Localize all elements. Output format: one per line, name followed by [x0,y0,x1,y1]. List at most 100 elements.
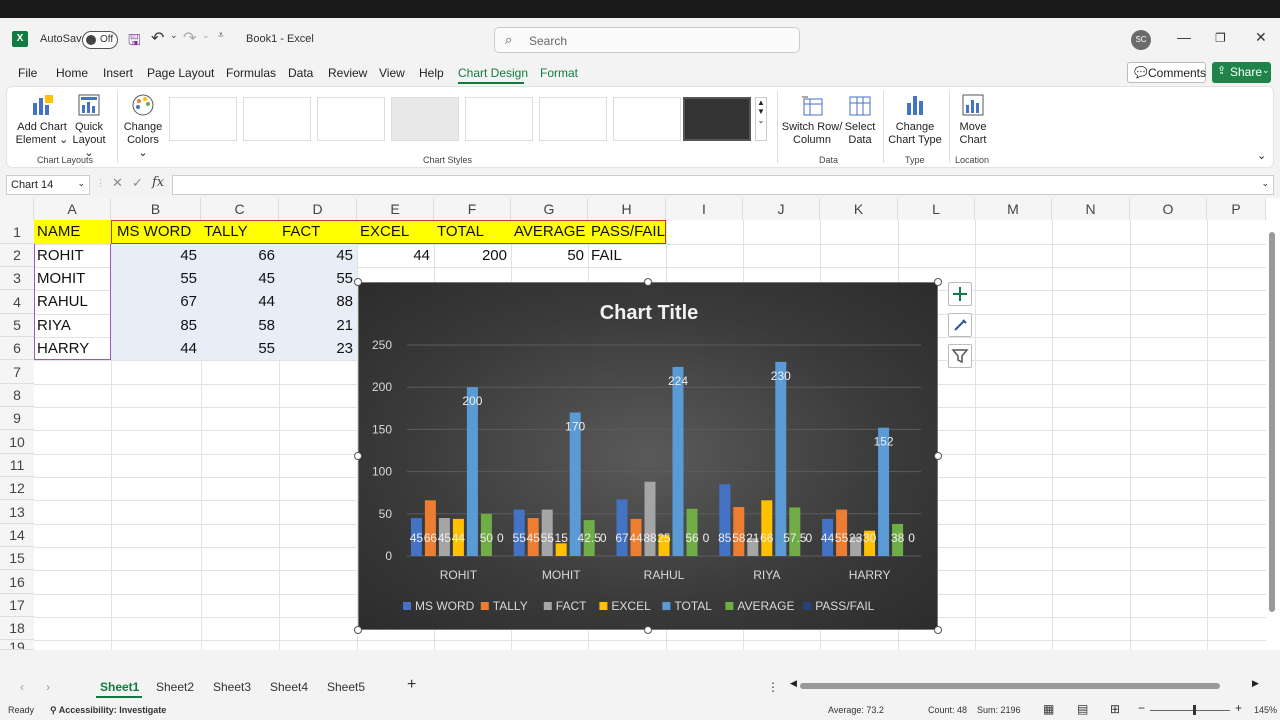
table-cell[interactable]: RIYA [34,314,111,337]
row-header[interactable]: 2 [0,244,34,267]
table-cell[interactable]: 44 [111,337,201,360]
column-header[interactable]: H [588,198,666,220]
chart-area[interactable]: Chart Title 0 50 100 150 200 250 ROHIT 45 66 45 44 2… [358,282,938,630]
row-header[interactable]: 7 [0,360,34,384]
table-header-cell[interactable]: AVERAGE [511,220,588,244]
scroll-left-icon[interactable]: ◀ [790,678,797,689]
chart-style-7[interactable] [613,97,681,141]
table-cell[interactable]: 45 [201,267,279,290]
redo-dropdown-icon[interactable]: ⌄ [202,30,210,41]
chart-filters-button[interactable] [948,344,972,368]
row-header[interactable]: 19 [0,640,34,650]
row-header[interactable]: 5 [0,314,34,337]
zoom-slider[interactable] [1150,710,1230,711]
table-cell[interactable]: 85 [111,314,201,337]
redo-icon[interactable]: ↷ [183,28,196,48]
collapse-ribbon-icon[interactable]: ⌄ [1257,149,1266,162]
prev-sheet-icon[interactable]: ‹ [20,680,24,694]
table-cell[interactable]: 45 [279,244,357,267]
chart-style-1[interactable] [169,97,237,141]
tab-split-handle-icon[interactable]: ⋮ [767,680,779,694]
chart-style-3[interactable] [317,97,385,141]
resize-handle[interactable] [354,452,362,460]
table-header-cell[interactable]: PASS/FAIL [588,220,666,244]
table-cell[interactable]: 66 [201,244,279,267]
table-cell[interactable]: 200 [434,244,511,267]
restore-icon[interactable]: ❐ [1215,31,1226,45]
move-chart-button[interactable]: Move Chart [953,93,993,147]
scrollbar-thumb[interactable] [1269,232,1275,612]
styles-scroll[interactable]: ▲ ▼ ⌄ [755,97,767,141]
resize-handle[interactable] [354,278,362,286]
table-cell[interactable]: 44 [201,290,279,314]
page-break-view-icon[interactable]: ⊞ [1110,702,1120,716]
row-header[interactable]: 4 [0,290,34,314]
row-header[interactable]: 9 [0,407,34,430]
table-cell[interactable]: ROHIT [34,244,111,267]
tab-format[interactable]: Format [540,66,578,80]
column-header[interactable]: O [1130,198,1207,220]
table-cell[interactable]: 88 [279,290,357,314]
column-header[interactable]: I [666,198,743,220]
row-header[interactable]: 6 [0,337,34,360]
vertical-scrollbar[interactable] [1268,224,1276,644]
table-cell[interactable]: RAHUL [34,290,111,314]
row-header[interactable]: 14 [0,524,34,547]
column-header[interactable]: M [975,198,1052,220]
row-header[interactable]: 1 [0,220,34,244]
customize-qat-icon[interactable]: ⩡ [218,30,224,41]
tab-file[interactable]: File [18,66,37,80]
row-header[interactable]: 15 [0,547,34,570]
insert-function-icon[interactable]: fx [152,175,164,190]
row-header[interactable]: 18 [0,617,34,640]
resize-handle[interactable] [934,626,942,634]
chart-style-5[interactable] [465,97,533,141]
tab-help[interactable]: Help [419,66,444,80]
chart-style-4[interactable] [391,97,459,141]
column-header[interactable]: D [279,198,357,220]
zoom-in-icon[interactable]: + [1235,701,1242,715]
tab-formulas[interactable]: Formulas [226,66,276,80]
enter-icon[interactable]: ✓ [132,175,143,191]
table-cell[interactable]: 44 [357,244,434,267]
select-all-corner[interactable] [0,198,34,220]
table-cell[interactable]: 23 [279,337,357,360]
resize-handle[interactable] [354,626,362,634]
resize-handle[interactable] [644,626,652,634]
page-layout-view-icon[interactable]: ▤ [1077,702,1088,716]
accessibility-status[interactable]: ⚲ Accessibility: Investigate [50,705,166,716]
table-cell[interactable]: 55 [201,337,279,360]
column-header[interactable]: N [1052,198,1130,220]
formula-input[interactable]: ⌄ [172,175,1274,195]
table-header-cell[interactable]: TOTAL [434,220,511,244]
table-header-cell[interactable]: TALLY [201,220,279,244]
save-icon[interactable]: 🖫 [128,30,141,55]
column-header[interactable]: C [201,198,279,220]
row-header[interactable]: 8 [0,384,34,407]
tab-view[interactable]: View [379,66,405,80]
minimize-icon[interactable]: — [1177,29,1191,45]
column-header[interactable]: P [1207,198,1266,220]
cancel-icon[interactable]: ✕ [112,175,123,191]
sheet-tab[interactable]: Sheet3 [213,680,251,694]
column-header[interactable]: J [743,198,820,220]
chart-elements-button[interactable] [948,282,972,306]
table-cell[interactable]: 21 [279,314,357,337]
column-header[interactable]: G [511,198,588,220]
add-sheet-icon[interactable]: + [407,676,416,694]
autosave-toggle[interactable]: Off [82,31,118,49]
normal-view-icon[interactable]: ▦ [1043,702,1054,716]
undo-dropdown-icon[interactable]: ⌄ [170,30,178,41]
close-icon[interactable]: ✕ [1255,29,1267,46]
tab-home[interactable]: Home [56,66,88,80]
add-chart-element-button[interactable]: Add Chart Element ⌄ [15,93,69,147]
column-header[interactable]: L [898,198,975,220]
table-cell[interactable]: 58 [201,314,279,337]
zoom-slider-thumb[interactable] [1193,705,1196,715]
table-cell[interactable]: 67 [111,290,201,314]
column-header[interactable]: E [357,198,434,220]
tab-data[interactable]: Data [288,66,313,80]
resize-handle[interactable] [644,278,652,286]
expand-formula-icon[interactable]: ⌄ [1261,178,1269,189]
h-scrollbar-thumb[interactable] [800,683,1220,689]
